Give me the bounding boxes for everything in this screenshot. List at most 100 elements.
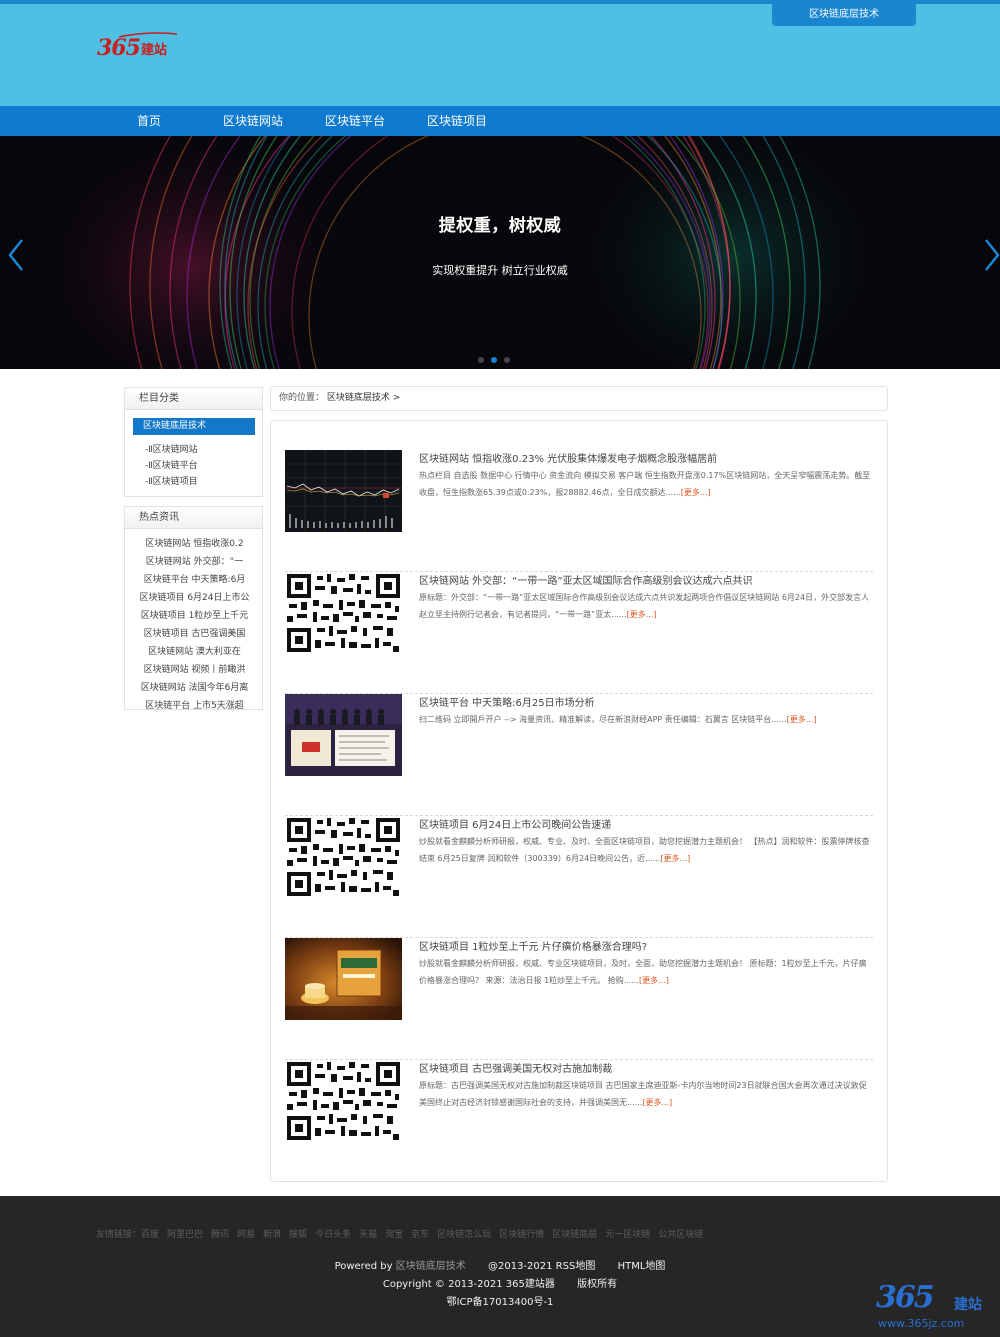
html-map-link[interactable]: HTML地图: [618, 1261, 666, 1272]
category-item-project[interactable]: -Ⅱ区块链项目: [145, 474, 198, 487]
main-nav: 首页 区块链网站 区块链平台 区块链项目: [0, 106, 1000, 136]
banner-light-rings: [20, 136, 900, 369]
hot-news-item[interactable]: 区块链项目 古巴强调美国: [125, 626, 264, 639]
article-summary-text: 热点栏目 自选股 数据中心 行情中心 资金流向 模拟交易 客户端 恒生指数开盘涨…: [419, 471, 871, 497]
hot-news-item[interactable]: 区块链网站 恒指收涨0.2: [125, 536, 264, 549]
footer-copyright-line: Copyright © 2013-2021 365建站器 版权所有: [0, 1275, 1000, 1290]
article-item: 区块链网站 恒指收涨0.23% 光伏股集体爆发电子烟概念股涨幅居前 热点栏目 自…: [285, 450, 873, 572]
article-summary: 炒股就看金麒麟分析师研报，权威、专业、及时、全面区块链项目，助您挖掘潜力主题机会…: [419, 833, 873, 867]
article-title[interactable]: 区块链项目 1粒炒至上千元 片仔癀价格暴涨合理吗?: [419, 938, 873, 953]
article-thumbnail[interactable]: [285, 572, 402, 654]
qr-code-icon: [285, 572, 402, 654]
read-more-link[interactable]: [更多...]: [627, 610, 657, 619]
friend-link[interactable]: 区块链怎么玩: [437, 1230, 491, 1240]
hot-news-item[interactable]: 区块链网站 澳大利亚在: [125, 644, 264, 657]
product-photo-icon: [285, 938, 402, 1020]
breadcrumb-current[interactable]: 区块链底层技术 >: [327, 393, 400, 403]
friend-link[interactable]: 新浪: [263, 1230, 281, 1240]
watermark-logo: 365 建站 www.365jz.com: [872, 1280, 996, 1332]
watermark-logo-text: 建站: [954, 1297, 982, 1313]
friend-link[interactable]: 网易: [237, 1230, 255, 1240]
category-panel-title: 栏目分类: [125, 388, 262, 410]
breadcrumb: 你的位置： 区块链底层技术 >: [270, 386, 888, 411]
article-summary: 炒股就看金麒麟分析师研报，权威、专业区块链项目，及时，全面，助您挖掘潜力主题机会…: [419, 955, 873, 989]
article-summary-text: 扫二维码 立即開戶开户 --> 海量资讯、精准解读，尽在新浪财经APP 责任编辑…: [419, 715, 787, 724]
article-thumbnail[interactable]: [285, 1060, 402, 1142]
nav-blockchain-platform[interactable]: 区块链平台: [325, 106, 385, 136]
hot-news-item[interactable]: 区块链平台 上市5天涨超: [125, 698, 264, 711]
banner-dot[interactable]: [504, 357, 510, 363]
article-thumbnail[interactable]: [285, 450, 402, 532]
friend-links-label: 友情链接：: [96, 1230, 142, 1240]
friend-link[interactable]: 区块链行情: [499, 1230, 544, 1240]
read-more-link[interactable]: [更多...]: [660, 854, 690, 863]
read-more-link[interactable]: [更多...]: [787, 715, 817, 724]
banner-dot-active[interactable]: [491, 357, 497, 363]
article-thumbnail[interactable]: [285, 816, 402, 898]
stock-chart-icon: [285, 450, 402, 532]
friend-link[interactable]: 腾讯: [211, 1230, 229, 1240]
article-thumbnail[interactable]: [285, 938, 402, 1020]
friend-link[interactable]: 淘宝: [385, 1230, 403, 1240]
nav-home[interactable]: 首页: [137, 106, 161, 136]
article-title[interactable]: 区块链网站 外交部：“一带一路”亚太区域国际合作高级别会议达成六点共识: [419, 572, 873, 587]
article-summary: 原标题：外交部：“一带一路”亚太区域国际合作高级别会议达成六点共识发起两项合作倡…: [419, 589, 873, 623]
article-item: 区块链网站 外交部：“一带一路”亚太区域国际合作高级别会议达成六点共识 原标题：…: [285, 572, 873, 694]
watermark-logo-number: 365: [876, 1280, 935, 1315]
nav-blockchain-project[interactable]: 区块链项目: [427, 106, 487, 136]
hot-news-item[interactable]: 区块链项目 1粒炒至上千元: [125, 608, 264, 621]
article-title[interactable]: 区块链平台 中天策略:6月25日市场分析: [419, 694, 873, 709]
banner-title: 提权重，树权威: [438, 216, 562, 236]
banner-dot[interactable]: [478, 357, 484, 363]
meeting-photo-icon: [285, 694, 402, 776]
read-more-link[interactable]: [更多...]: [642, 1098, 672, 1107]
friend-link[interactable]: 天猫: [359, 1230, 377, 1240]
article-title[interactable]: 区块链项目 古巴强调美国无权对古施加制裁: [419, 1060, 873, 1075]
hot-news-item[interactable]: 区块链项目 6月24日上市公: [125, 590, 264, 603]
article-summary: 扫二维码 立即開戶开户 --> 海量资讯、精准解读，尽在新浪财经APP 责任编辑…: [419, 711, 873, 728]
site-header: 365 建站 区块链底层技术: [0, 0, 1000, 106]
friend-link[interactable]: 公共区块链: [658, 1230, 703, 1240]
friend-link[interactable]: 京东: [411, 1230, 429, 1240]
article-item: 区块链项目 1粒炒至上千元 片仔癀价格暴涨合理吗? 炒股就看金麒麟分析师研报，权…: [285, 938, 873, 1060]
hot-news-title: 热点资讯: [125, 507, 262, 529]
friend-link[interactable]: 区块链底层: [552, 1230, 597, 1240]
banner-subtitle: 实现权重提升 树立行业权威: [432, 264, 568, 277]
nav-blockchain-site[interactable]: 区块链网站: [223, 106, 283, 136]
read-more-link[interactable]: [更多...]: [681, 488, 711, 497]
article-thumbnail[interactable]: [285, 694, 402, 776]
site-logo[interactable]: 365 建站: [97, 30, 177, 60]
article-title[interactable]: 区块链项目 6月24日上市公司晚间公告速递: [419, 816, 873, 831]
category-active-item[interactable]: 区块链底层技术: [133, 418, 255, 435]
article-title[interactable]: 区块链网站 恒指收涨0.23% 光伏股集体爆发电子烟概念股涨幅居前: [419, 450, 873, 465]
category-item-site[interactable]: -Ⅱ区块链网站: [145, 442, 198, 455]
hot-news-item[interactable]: 区块链网站 视频丨前瞰洪: [125, 662, 264, 675]
friend-link[interactable]: 百度: [141, 1230, 159, 1240]
article-summary: 热点栏目 自选股 数据中心 行情中心 资金流向 模拟交易 客户端 恒生指数开盘涨…: [419, 467, 873, 501]
banner-prev-arrow-icon[interactable]: [6, 238, 26, 272]
friend-link[interactable]: 元一区块链: [605, 1230, 650, 1240]
banner-next-arrow-icon[interactable]: [982, 238, 1000, 272]
hot-news-item[interactable]: 区块链平台 中天策略:6月: [125, 572, 264, 585]
read-more-link[interactable]: [更多...]: [639, 976, 669, 985]
article-item: 区块链平台 中天策略:6月25日市场分析 扫二维码 立即開戶开户 --> 海量资…: [285, 694, 873, 816]
article-item: 区块链项目 古巴强调美国无权对古施加制裁 原标题：古巴强调美国无权对古施加制裁区…: [285, 1060, 873, 1182]
friend-link[interactable]: 阿里巴巴: [167, 1230, 203, 1240]
powered-by-label: Powered by: [334, 1261, 393, 1272]
friend-link[interactable]: 今日头条: [315, 1230, 351, 1240]
qr-code-icon: [285, 816, 402, 898]
logo-text: 建站: [140, 43, 167, 58]
hot-news-item[interactable]: 区块链网站 外交部：“一: [125, 554, 264, 567]
rss-map-link[interactable]: @2013-2021 RSS地图: [488, 1261, 595, 1272]
footer-powered-line: Powered by 区块链底层技术 @2013-2021 RSS地图 HTML…: [0, 1257, 1000, 1272]
hot-news-item[interactable]: 区块链网站 法国今年6月离: [125, 680, 264, 693]
article-list: 区块链网站 恒指收涨0.23% 光伏股集体爆发电子烟概念股涨幅居前 热点栏目 自…: [270, 420, 888, 1182]
top-tab-blockchain-tech[interactable]: 区块链底层技术: [772, 4, 916, 26]
powered-by-link[interactable]: 区块链底层技术: [396, 1261, 466, 1272]
category-item-platform[interactable]: -Ⅱ区块链平台: [145, 458, 198, 471]
hot-news-panel: 热点资讯 区块链网站 恒指收涨0.2 区块链网站 外交部：“一 区块链平台 中天…: [124, 506, 264, 711]
article-item: 区块链项目 6月24日上市公司晚间公告速递 炒股就看金麒麟分析师研报，权威、专业…: [285, 816, 873, 938]
icp-link[interactable]: 鄂ICP备17013400号-1: [447, 1297, 554, 1308]
friend-link[interactable]: 搜狐: [289, 1230, 307, 1240]
article-summary-text: 炒股就看金麒麟分析师研报，权威、专业、及时、全面区块链项目，助您挖掘潜力主题机会…: [419, 837, 870, 863]
